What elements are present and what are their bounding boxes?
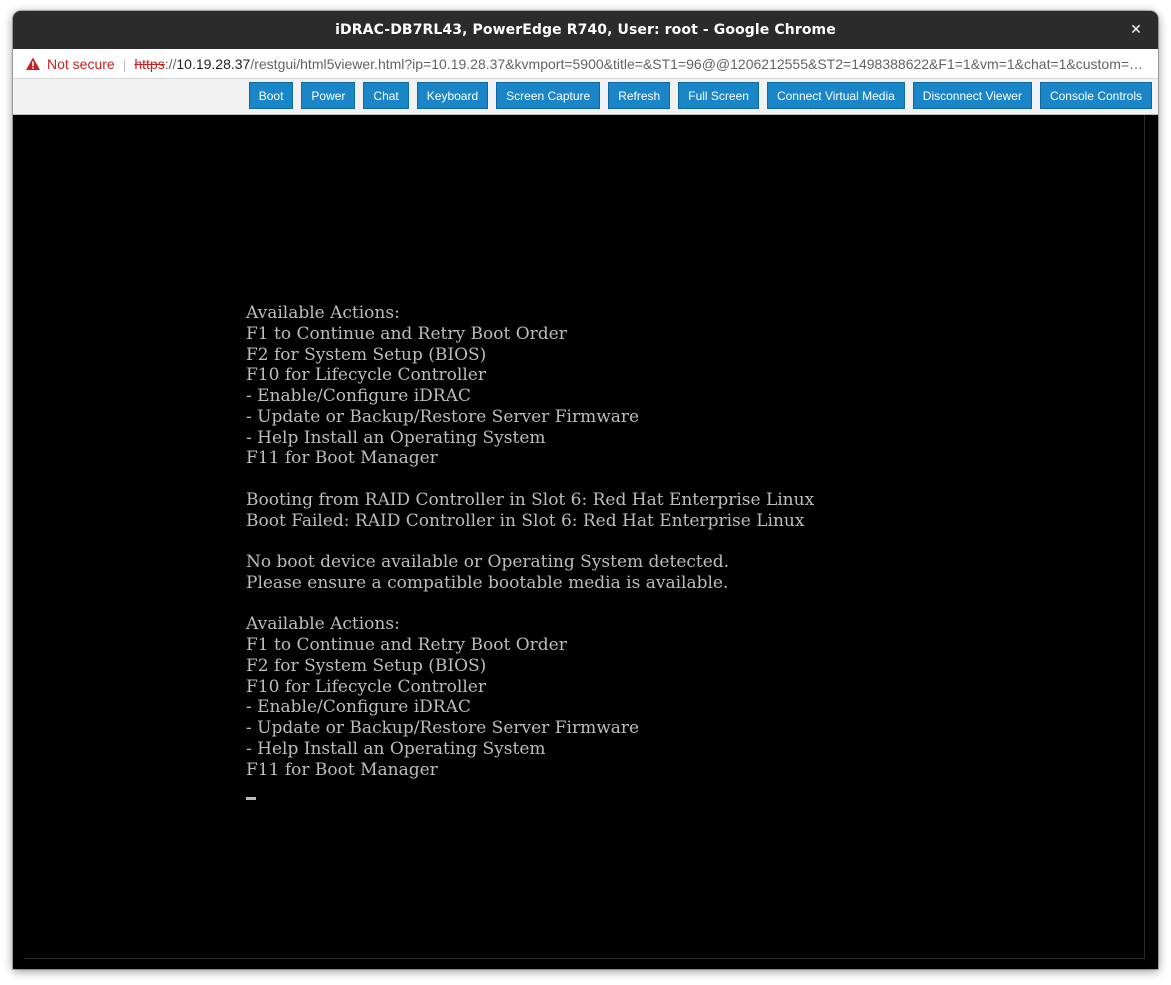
disconnect-viewer-button[interactable]: Disconnect Viewer [912,82,1032,109]
browser-window: iDRAC-DB7RL43, PowerEdge R740, User: roo… [13,11,1158,969]
kvm-console[interactable]: Available Actions: F1 to Continue and Re… [13,115,1158,969]
console-line: F11 for Boot Manager [246,759,438,780]
console-line: - Help Install an Operating System [246,427,546,448]
address-bar[interactable]: Not secure | https://10.19.28.37/restgui… [13,49,1158,79]
text-cursor [246,797,256,800]
viewer-toolbar: Boot Power Chat Keyboard Screen Capture … [13,79,1158,115]
console-line: F10 for Lifecycle Controller [246,676,486,697]
power-button[interactable]: Power [301,82,356,109]
connect-virtual-media-button[interactable]: Connect Virtual Media [766,82,905,109]
url-path: /restgui/html5viewer.html?ip=10.19.28.37… [250,55,1144,72]
console-line: - Update or Backup/Restore Server Firmwa… [246,406,640,427]
console-line: Available Actions: [246,303,400,323]
console-line: Available Actions: [246,614,400,635]
warning-triangle-icon[interactable] [25,56,41,72]
refresh-button[interactable]: Refresh [608,82,671,109]
console-line: F1 to Continue and Retry Boot Order [246,323,567,344]
window-titlebar[interactable]: iDRAC-DB7RL43, PowerEdge R740, User: roo… [13,11,1158,49]
toolbar-button-group: Boot Power Chat Keyboard Screen Capture … [248,82,1152,109]
console-line: - Update or Backup/Restore Server Firmwa… [246,718,640,738]
screen-capture-button[interactable]: Screen Capture [496,82,601,109]
console-line: F1 to Continue and Retry Boot Order [246,635,567,655]
console-line: F10 for Lifecycle Controller [246,365,486,386]
console-text: Available Actions: F1 to Continue and Re… [246,303,814,780]
console-line: - Help Install an Operating System [246,738,546,759]
security-status-label[interactable]: Not secure [47,56,115,72]
url-text[interactable]: https://10.19.28.37/restgui/html5viewer.… [134,56,1143,72]
window-title: iDRAC-DB7RL43, PowerEdge R740, User: roo… [335,22,836,38]
console-screen[interactable]: Available Actions: F1 to Continue and Re… [24,115,1145,959]
console-line: No boot device available or Operating Sy… [246,552,730,572]
full-screen-button[interactable]: Full Screen [678,82,759,109]
console-line: F2 for System Setup (BIOS) [246,344,487,365]
url-host: 10.19.28.37 [176,55,251,72]
console-line: - Enable/Configure iDRAC [246,697,471,718]
address-separator: | [122,55,127,72]
console-line: Booting from RAID Controller in Slot 6: … [246,489,815,510]
console-line: Boot Failed: RAID Controller in Slot 6: … [246,510,805,531]
console-line: F2 for System Setup (BIOS) [246,655,487,676]
url-scheme-separator: :// [164,55,177,72]
console-line: - Enable/Configure iDRAC [246,386,471,406]
url-scheme: https [134,55,165,72]
console-controls-button[interactable]: Console Controls [1039,82,1152,109]
console-line: Please ensure a compatible bootable medi… [246,572,729,593]
console-line: F11 for Boot Manager [246,448,438,469]
keyboard-button[interactable]: Keyboard [416,82,489,109]
boot-button[interactable]: Boot [248,82,294,109]
chat-button[interactable]: Chat [363,82,409,109]
close-icon[interactable]: ✕ [1126,20,1146,40]
